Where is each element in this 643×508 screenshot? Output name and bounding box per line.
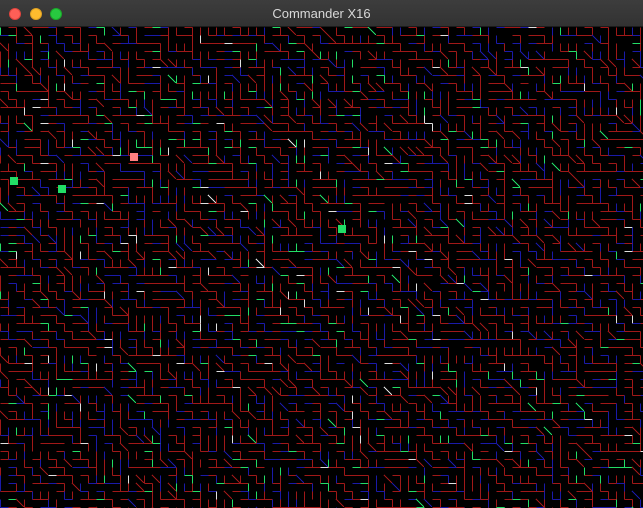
maze-canvas — [0, 27, 643, 508]
green-block — [58, 185, 66, 193]
emulator-screen[interactable] — [0, 27, 643, 508]
window-title: Commander X16 — [272, 6, 371, 21]
emulator-window: Commander X16 — [0, 0, 643, 508]
title-bar[interactable]: Commander X16 — [0, 0, 643, 27]
pink-marker-block — [130, 153, 138, 161]
green-block — [338, 225, 346, 233]
green-block — [10, 177, 18, 185]
